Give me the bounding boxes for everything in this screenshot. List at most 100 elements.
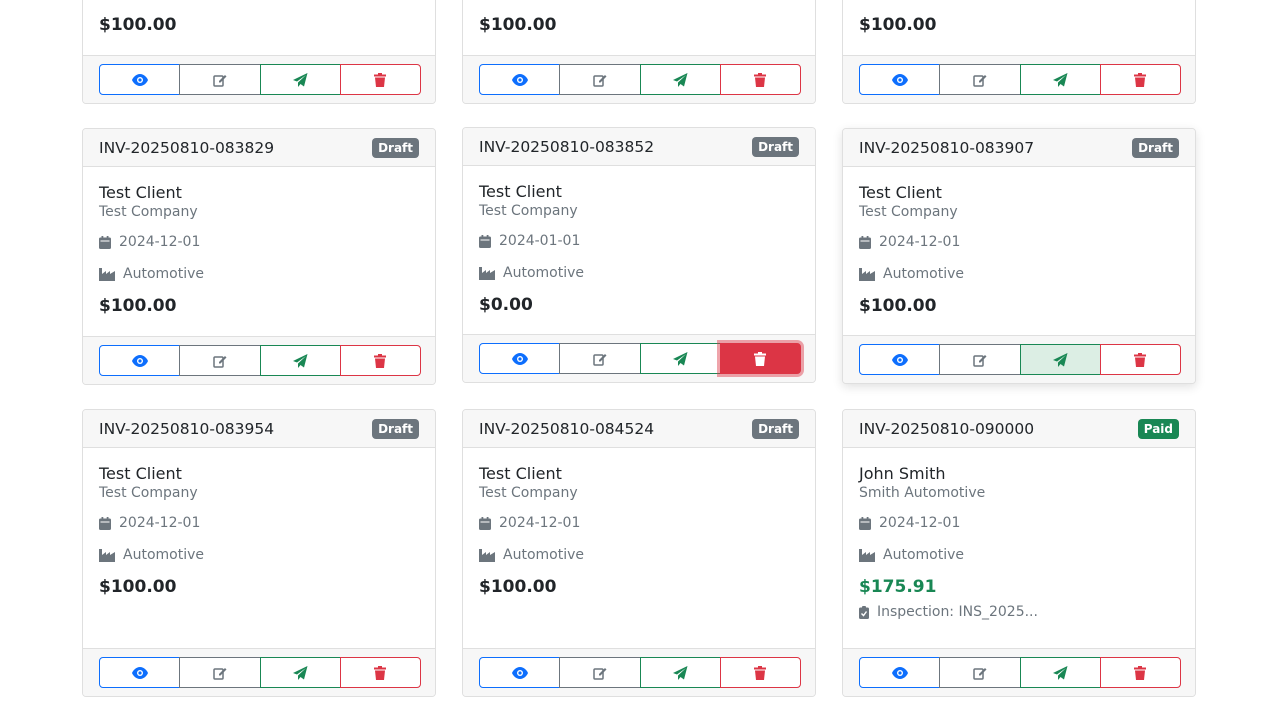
view-button[interactable] — [99, 657, 181, 688]
send-button[interactable] — [639, 64, 721, 95]
card-header: INV-20250810-090000 Paid — [843, 410, 1195, 448]
trash-icon — [754, 72, 767, 87]
action-button-group — [99, 657, 421, 688]
view-button[interactable] — [859, 64, 941, 95]
edit-icon — [213, 355, 227, 368]
edit-button[interactable] — [939, 344, 1021, 375]
paper-plane-icon — [1052, 665, 1068, 680]
send-button[interactable] — [259, 657, 341, 688]
edit-button[interactable] — [559, 64, 641, 95]
delete-button[interactable] — [719, 657, 801, 688]
invoice-date: 2024-12-01 — [859, 515, 960, 531]
status-badge: Draft — [1132, 137, 1179, 158]
status-badge: Draft — [372, 418, 419, 439]
invoice-amount: $0.00 — [479, 295, 533, 315]
send-button[interactable] — [259, 64, 341, 95]
send-button[interactable] — [1019, 657, 1101, 688]
invoice-number: INV-20250810-083954 — [99, 419, 275, 438]
invoice-number: INV-20250810-083852 — [479, 137, 655, 156]
company-name: Test Company — [479, 203, 578, 219]
invoice-date: 2024-12-01 — [99, 515, 200, 531]
client-name: Test Client — [859, 183, 942, 202]
date-text: 2024-12-01 — [499, 515, 581, 531]
card-footer — [83, 55, 435, 103]
view-button[interactable] — [479, 657, 561, 688]
invoice-card: $100.00 — [842, 0, 1196, 104]
eye-icon — [511, 666, 528, 679]
invoice-number: INV-20250810-090000 — [859, 419, 1035, 438]
invoice-industry: Automotive — [859, 266, 964, 282]
view-button[interactable] — [859, 657, 941, 688]
delete-button[interactable] — [339, 345, 421, 376]
company-name: Test Company — [99, 485, 198, 501]
action-button-group — [479, 64, 801, 95]
delete-button[interactable] — [719, 64, 801, 95]
invoice-card: INV-20250810-083852 Draft Test Client Te… — [462, 127, 816, 383]
delete-button[interactable] — [339, 657, 421, 688]
edit-button[interactable] — [559, 343, 641, 374]
delete-button[interactable] — [719, 343, 801, 374]
edit-icon — [973, 74, 987, 87]
edit-button[interactable] — [179, 345, 261, 376]
paper-plane-icon — [672, 665, 688, 680]
invoice-industry: Automotive — [99, 266, 204, 282]
industry-icon — [859, 548, 875, 562]
view-button[interactable] — [859, 344, 941, 375]
edit-button[interactable] — [179, 657, 261, 688]
action-button-group — [99, 345, 421, 376]
card-header: INV-20250810-083829 Draft — [83, 129, 435, 167]
send-button[interactable] — [639, 657, 721, 688]
view-button[interactable] — [479, 343, 561, 374]
trash-icon — [1134, 72, 1147, 87]
industry-icon — [479, 266, 495, 280]
client-name: Test Client — [99, 183, 182, 202]
industry-text: Automotive — [123, 266, 204, 282]
edit-button[interactable] — [559, 657, 641, 688]
invoice-number: INV-20250810-083829 — [99, 138, 275, 157]
edit-button[interactable] — [179, 64, 261, 95]
eye-icon — [891, 666, 908, 679]
card-header: INV-20250810-084524 Draft — [463, 410, 815, 448]
invoice-amount: $100.00 — [99, 296, 177, 316]
company-name: Test Company — [99, 204, 198, 220]
view-button[interactable] — [99, 345, 181, 376]
edit-button[interactable] — [939, 657, 1021, 688]
invoice-amount: $100.00 — [859, 15, 937, 35]
edit-button[interactable] — [939, 64, 1021, 95]
action-button-group — [479, 657, 801, 688]
invoice-card: INV-20250810-083829 Draft Test Client Te… — [82, 128, 436, 385]
send-button[interactable] — [259, 345, 341, 376]
calendar-icon — [859, 516, 871, 530]
status-badge: Draft — [752, 136, 799, 157]
delete-button[interactable] — [339, 64, 421, 95]
delete-button[interactable] — [1099, 64, 1181, 95]
card-footer — [843, 648, 1195, 696]
card-header: INV-20250810-083852 Draft — [463, 128, 815, 166]
send-button[interactable] — [1019, 344, 1101, 375]
send-button[interactable] — [639, 343, 721, 374]
view-button[interactable] — [479, 64, 561, 95]
trash-icon — [754, 351, 767, 366]
invoice-date: 2024-12-01 — [479, 515, 580, 531]
delete-button[interactable] — [1099, 344, 1181, 375]
send-button[interactable] — [1019, 64, 1101, 95]
view-button[interactable] — [99, 64, 181, 95]
eye-icon — [891, 73, 908, 86]
inspection-text: Inspection: INS_2025... — [877, 604, 1038, 620]
card-footer — [843, 55, 1195, 103]
status-badge: Draft — [372, 137, 419, 158]
trash-icon — [374, 72, 387, 87]
paper-plane-icon — [292, 353, 308, 368]
invoice-amount: $100.00 — [479, 577, 557, 597]
calendar-icon — [99, 235, 111, 249]
company-name: Test Company — [479, 485, 578, 501]
industry-text: Automotive — [503, 265, 584, 281]
paper-plane-icon — [1052, 72, 1068, 87]
date-text: 2024-12-01 — [119, 234, 201, 250]
calendar-icon — [479, 516, 491, 530]
delete-button[interactable] — [1099, 657, 1181, 688]
invoice-amount: $100.00 — [479, 15, 557, 35]
edit-icon — [973, 354, 987, 367]
calendar-icon — [99, 516, 111, 530]
eye-icon — [131, 73, 148, 86]
